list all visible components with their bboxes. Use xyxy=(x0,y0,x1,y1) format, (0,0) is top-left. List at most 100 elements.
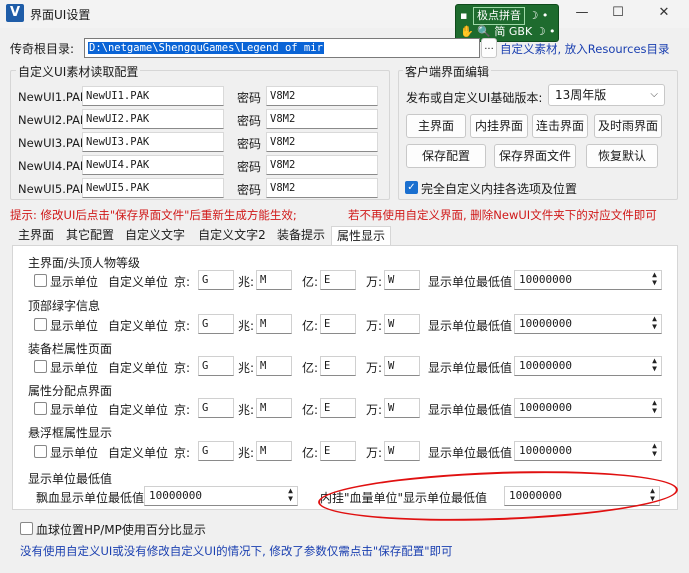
path-input[interactable]: D:\netgame\ShengquGames\Legend of mir xyxy=(84,38,480,58)
spin-arrows-icon[interactable]: ▲ ▼ xyxy=(652,357,657,373)
show-unit-checkbox[interactable] xyxy=(34,318,47,331)
ime-mode-icon[interactable]: ☽ • xyxy=(528,9,548,22)
version-value: 13周年版 xyxy=(555,88,607,102)
tab-main-ui[interactable]: 主界面 xyxy=(12,226,60,246)
save-config-button[interactable]: 保存配置 xyxy=(406,144,486,168)
inner-hang-min-value: 10000000 xyxy=(509,489,562,502)
wan-input[interactable]: W xyxy=(384,270,420,290)
pw-input-1[interactable]: V8M2 xyxy=(266,86,378,106)
pw-input-2[interactable]: V8M2 xyxy=(266,109,378,129)
version-label: 发布或自定义UI基础版本: xyxy=(406,91,543,105)
hp-percent-checkbox[interactable] xyxy=(20,522,33,535)
jing-input[interactable]: G xyxy=(198,270,234,290)
show-unit-checkbox[interactable] xyxy=(34,402,47,415)
main-ui-button[interactable]: 主界面 xyxy=(406,114,466,138)
yi-input[interactable]: E xyxy=(320,441,356,461)
tab-attribute-display[interactable]: 属性显示 xyxy=(331,226,391,246)
restore-default-button[interactable]: 恢复默认 xyxy=(586,144,658,168)
ime-name[interactable]: 极点拼音 xyxy=(472,7,525,25)
inner-hang-min-spinner[interactable]: 10000000 ▲ ▼ xyxy=(504,486,660,506)
minimize-button[interactable]: — xyxy=(572,4,592,22)
ime-moon-icon[interactable]: ☽ • xyxy=(536,25,556,38)
yi-input[interactable]: E xyxy=(320,314,356,334)
section-title-main: 主界面/头顶人物等级 xyxy=(28,256,141,270)
inner-hang-ui-button[interactable]: 内挂界面 xyxy=(470,114,528,138)
spin-arrows-icon[interactable]: ▲ ▼ xyxy=(288,487,293,503)
custom-unit-label: 自定义单位 xyxy=(108,275,169,289)
wan-input[interactable]: W xyxy=(384,441,420,461)
version-select[interactable]: 13周年版 ⌵ xyxy=(548,84,665,106)
tab-equip-tips[interactable]: 装备提示 xyxy=(273,226,329,246)
wan-input[interactable]: W xyxy=(384,398,420,418)
jing-input[interactable]: G xyxy=(198,314,234,334)
min-value-spinner[interactable]: 10000000 ▲ ▼ xyxy=(514,398,662,418)
wan-input[interactable]: W xyxy=(384,314,420,334)
float-blood-min-spinner[interactable]: 10000000 ▲ ▼ xyxy=(144,486,298,506)
wan-input[interactable]: W xyxy=(384,356,420,376)
show-unit-checkbox[interactable] xyxy=(34,360,47,373)
yi-input[interactable]: E xyxy=(320,398,356,418)
show-unit-checkbox[interactable] xyxy=(34,445,47,458)
zhao-input[interactable]: M xyxy=(256,398,292,418)
jing-input[interactable]: G xyxy=(198,441,234,461)
min-value-spinner[interactable]: 10000000 ▲ ▼ xyxy=(514,356,662,376)
pak-label-3: NewUI3.PAK xyxy=(18,136,88,150)
jing-input[interactable]: G xyxy=(198,398,234,418)
maximize-button[interactable]: ☐ xyxy=(608,4,628,22)
pak-input-2[interactable]: NewUI2.PAK xyxy=(82,109,224,129)
tab-other-config[interactable]: 其它配置 xyxy=(62,226,118,246)
zhao-label: 兆: xyxy=(238,275,255,289)
pw-input-5[interactable]: V8M2 xyxy=(266,178,378,198)
hp-percent-label: 血球位置HP/MP使用百分比显示 xyxy=(36,523,206,537)
tab-custom-text-2[interactable]: 自定义文字2 xyxy=(193,226,271,246)
jing-input[interactable]: G xyxy=(198,356,234,376)
zhao-label: 兆: xyxy=(238,446,255,460)
pak-input-4[interactable]: NewUI4.PAK xyxy=(82,155,224,175)
spin-arrows-icon[interactable]: ▲ ▼ xyxy=(652,271,657,287)
spin-arrows-icon[interactable]: ▲ ▼ xyxy=(652,442,657,458)
zhao-input[interactable]: M xyxy=(256,356,292,376)
custom-unit-label: 自定义单位 xyxy=(108,446,169,460)
min-value: 10000000 xyxy=(519,444,572,457)
hand-icon[interactable]: ✋ xyxy=(460,25,474,38)
yi-input[interactable]: E xyxy=(320,270,356,290)
close-button[interactable]: ✕ xyxy=(654,4,674,22)
min-value-spinner[interactable]: 10000000 ▲ ▼ xyxy=(514,441,662,461)
yi-input[interactable]: E xyxy=(320,356,356,376)
chevron-down-icon: ⌵ xyxy=(650,89,658,100)
ime-status-icon: ▪ xyxy=(460,9,468,22)
zhao-input[interactable]: M xyxy=(256,314,292,334)
custom-unit-label: 自定义单位 xyxy=(108,319,169,333)
footer-note: 没有使用自定义UI或没有修改自定义UI的情况下, 修改了参数仅需点击"保存配置"… xyxy=(20,544,453,558)
min-section-title: 显示单位最低值 xyxy=(28,472,113,486)
pak-input-1[interactable]: NewUI1.PAK xyxy=(82,86,224,106)
ime-simplified[interactable]: 简 xyxy=(494,25,505,38)
path-hint: 自定义素材, 放入Resources目录 xyxy=(500,42,670,56)
pw-input-4[interactable]: V8M2 xyxy=(266,155,378,175)
save-ui-file-button[interactable]: 保存界面文件 xyxy=(494,144,576,168)
pak-input-5[interactable]: NewUI5.PAK xyxy=(82,178,224,198)
min-value-spinner[interactable]: 10000000 ▲ ▼ xyxy=(514,270,662,290)
search-icon[interactable]: 🔍 xyxy=(477,25,491,38)
tab-custom-text[interactable]: 自定义文字 xyxy=(120,226,190,246)
show-unit-checkbox[interactable] xyxy=(34,274,47,287)
spin-arrows-icon[interactable]: ▲ ▼ xyxy=(650,487,655,503)
spin-arrows-icon[interactable]: ▲ ▼ xyxy=(652,399,657,415)
pak-input-3[interactable]: NewUI3.PAK xyxy=(82,132,224,152)
full-custom-checkbox[interactable]: ✓ xyxy=(405,181,418,194)
timely-rain-ui-button[interactable]: 及时雨界面 xyxy=(594,114,662,138)
combo-ui-button[interactable]: 连击界面 xyxy=(532,114,588,138)
app-icon: V xyxy=(6,4,24,22)
zhao-input[interactable]: M xyxy=(256,270,292,290)
min-value-label: 显示单位最低值 xyxy=(428,319,513,333)
min-value-spinner[interactable]: 10000000 ▲ ▼ xyxy=(514,314,662,334)
min-value-label: 显示单位最低值 xyxy=(428,275,513,289)
ime-charset[interactable]: GBK xyxy=(509,25,532,38)
section-title-green-text: 顶部绿字信息 xyxy=(28,299,101,313)
spin-arrows-icon[interactable]: ▲ ▼ xyxy=(652,315,657,331)
zhao-input[interactable]: M xyxy=(256,441,292,461)
browse-button[interactable]: ... xyxy=(481,38,497,58)
pw-input-3[interactable]: V8M2 xyxy=(266,132,378,152)
ime-toolbar[interactable]: ▪ 极点拼音 ☽ • ✋ 🔍 简 GBK ☽ • xyxy=(455,4,559,42)
wan-label: 万: xyxy=(366,446,383,460)
